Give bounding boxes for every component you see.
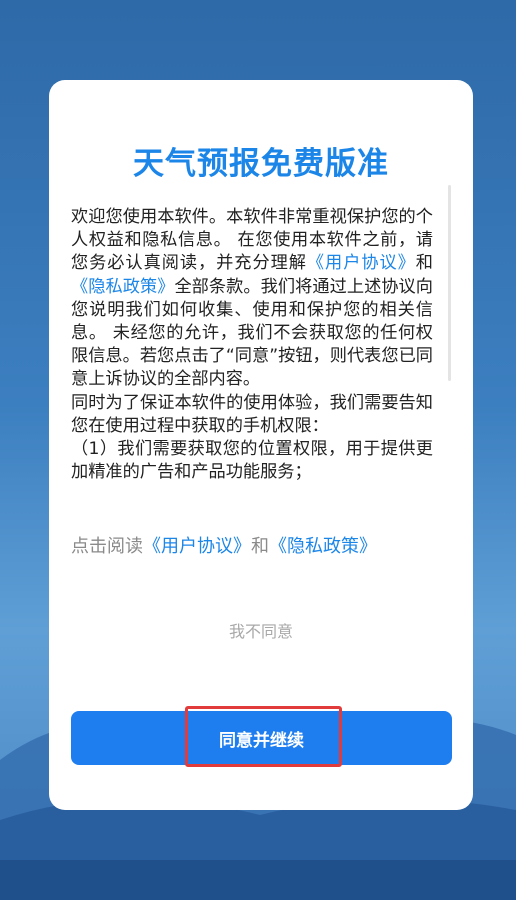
- agreement-links-line: 点击阅读《用户协议》和《隐私政策》: [71, 532, 451, 558]
- agreement-paragraph-1: 欢迎您使用本软件。本软件非常重视保护您的个人权益和隐私信息。 在您使用本软件之前…: [71, 207, 433, 390]
- decline-button[interactable]: 我不同意: [49, 618, 473, 642]
- privacy-policy-link-inline[interactable]: 《隐私政策》: [71, 277, 174, 297]
- agreement-text-scroll[interactable]: 欢迎您使用本软件。本软件非常重视保护您的个人权益和隐私信息。 在您使用本软件之前…: [71, 206, 433, 506]
- user-agreement-link[interactable]: 《用户协议》: [143, 536, 251, 557]
- agreement-links-prefix: 点击阅读: [71, 536, 143, 557]
- highlight-annotation-box: [185, 706, 342, 767]
- user-agreement-link-inline[interactable]: 《用户协议》: [307, 253, 416, 273]
- scrollbar[interactable]: [448, 185, 451, 381]
- agreement-links-and: 和: [251, 536, 269, 557]
- agreement-text: 欢迎您使用本软件。本软件非常重视保护您的个人权益和隐私信息。 在您使用本软件之前…: [71, 206, 433, 484]
- scroll-fade: [71, 488, 433, 506]
- dialog-title: 天气预报免费版准: [133, 146, 389, 182]
- agreement-paragraph-3: （1）我们需要获取您的位置权限，用于提供更加精准的广告和产品功能服务；: [71, 439, 433, 483]
- privacy-dialog: 天气预报免费版准 欢迎您使用本软件。本软件非常重视保护您的个人权益和隐私信息。 …: [49, 80, 473, 810]
- agreement-paragraph-2: 同时为了保证本软件的使用体验，我们需要告知您在使用过程中获取的手机权限：: [71, 392, 433, 436]
- privacy-policy-link[interactable]: 《隐私政策》: [269, 536, 377, 557]
